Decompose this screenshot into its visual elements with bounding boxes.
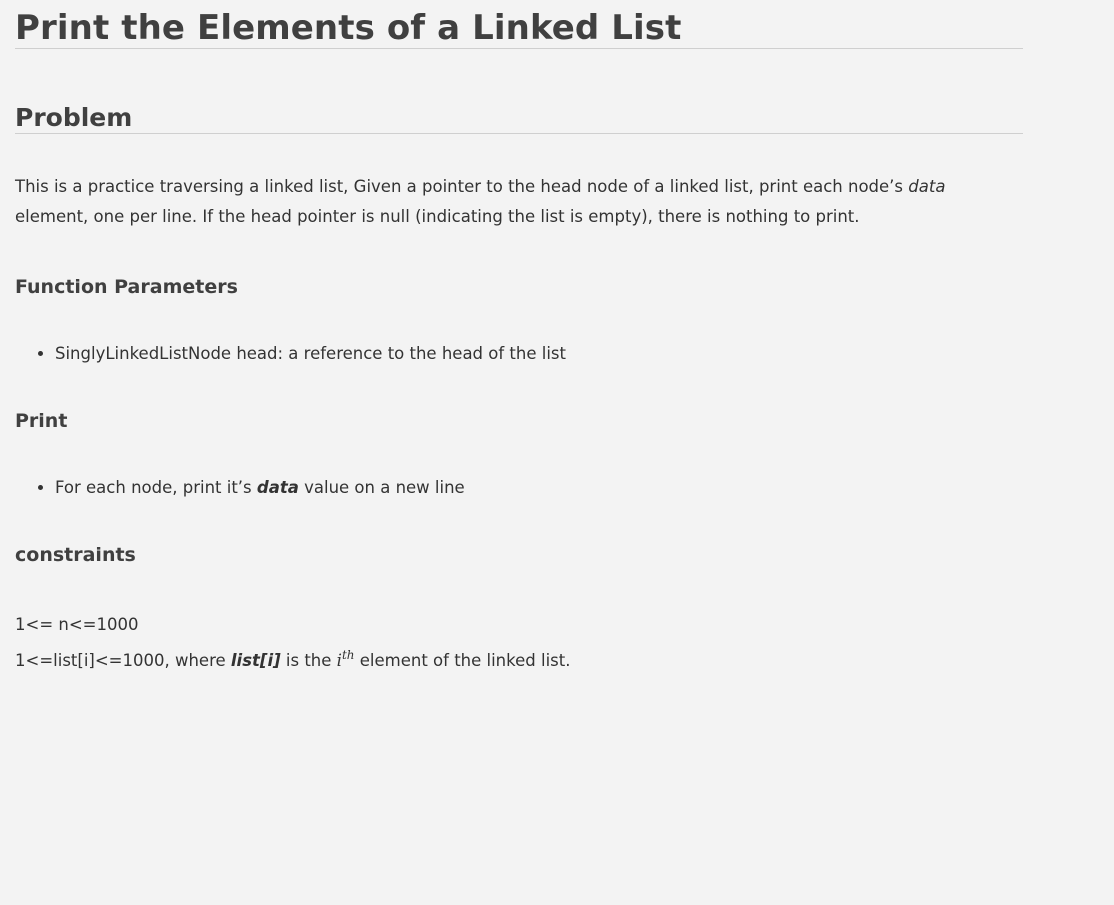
function-parameters-heading: Function Parameters bbox=[15, 276, 238, 298]
function-parameters-list: SinglyLinkedListNode head: a reference t… bbox=[15, 342, 1023, 366]
constraint-line-1: 1<= n<=1000 bbox=[15, 615, 139, 634]
list-item: SinglyLinkedListNode head: a reference t… bbox=[55, 342, 1023, 366]
print-list: For each node, print it’s data value on … bbox=[15, 476, 1023, 500]
print-text-end: value on a new line bbox=[298, 478, 465, 497]
constraint-text-end: element of the linked list. bbox=[354, 651, 571, 670]
list-item: For each node, print it’s data value on … bbox=[55, 476, 1023, 500]
math-superscript: th bbox=[341, 648, 355, 662]
print-heading: Print bbox=[15, 410, 68, 432]
print-text-start: For each node, print it’s bbox=[55, 478, 257, 497]
problem-text-emphasis: data bbox=[908, 177, 946, 196]
constraint-text-strong: list[i] bbox=[230, 651, 281, 670]
page-title: Print the Elements of a Linked List bbox=[15, 8, 682, 48]
constraint-text-mid: is the bbox=[280, 651, 337, 670]
print-text-strong: data bbox=[256, 478, 299, 497]
constraint-line-2: 1<=list[i]<=1000, where list[i] is the i… bbox=[15, 640, 1023, 676]
constraints-heading: constraints bbox=[15, 544, 136, 566]
constraint-text-start: 1<=list[i]<=1000, where bbox=[15, 651, 231, 670]
constraints-block: 1<= n<=1000 1<=list[i]<=1000, where list… bbox=[15, 610, 1023, 676]
document: Print the Elements of a Linked List Prob… bbox=[15, 0, 1023, 676]
problem-text-end: element, one per line. If the head point… bbox=[15, 207, 860, 226]
problem-description: This is a practice traversing a linked l… bbox=[15, 172, 1023, 232]
problem-text-start: This is a practice traversing a linked l… bbox=[15, 177, 909, 196]
problem-heading: Problem bbox=[15, 103, 133, 132]
problem-divider bbox=[15, 133, 1023, 134]
title-divider bbox=[15, 48, 1023, 49]
